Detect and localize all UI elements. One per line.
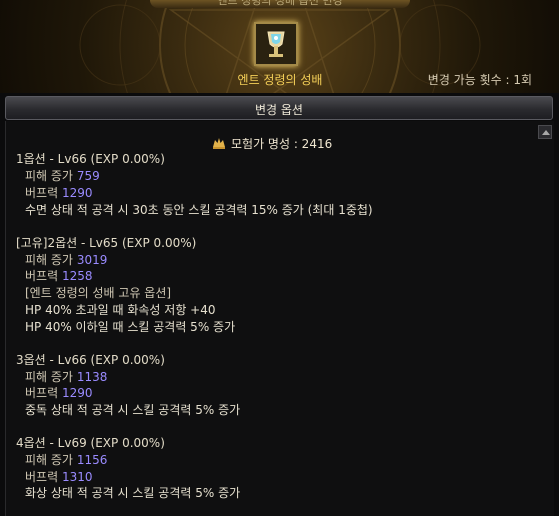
buff-label: 버프력 [25,470,59,484]
option-4-header: 4옵션 - Lv69 (EXP 0.00%) [16,436,165,450]
buff-label: 버프력 [25,386,59,400]
damage-label: 피해 증가 [25,453,73,467]
option-3-effect: 중독 상태 적 공격 시 스킬 공격력 5% 증가 [25,403,241,417]
option-2-effect-2: HP 40% 이하일 때 스킬 공격력 5% 증가 [25,320,236,334]
damage-label: 피해 증가 [25,253,73,267]
option-4-effect: 화상 상태 적 공격 시 스킬 공격력 5% 증가 [25,486,241,500]
window-title: 엔트 정령의 성배 옵션 변경 [217,0,343,7]
option-3-header: 3옵션 - Lv66 (EXP 0.00%) [16,353,165,367]
section-title: 변경 옵션 [255,103,303,117]
change-count-label: 변경 가능 횟수 : 1회 [427,73,532,87]
buff-value: 1290 [61,186,93,200]
fame-icon [213,138,225,149]
option-2-header: [고유]2옵션 - Lv65 (EXP 0.00%) [16,236,197,250]
fame-label: 모험가 명성 : 2416 [231,137,333,151]
option-4-buff: 버프력 1310 [25,468,93,485]
option-2-effect-1: HP 40% 초과일 때 화속성 저항 +40 [25,303,216,317]
item-name: 엔트 정령의 성배 [237,73,323,87]
damage-value: 1138 [76,370,108,384]
chalice-icon[interactable] [254,22,298,66]
buff-label: 버프력 [25,269,59,283]
damage-value: 759 [76,169,100,183]
option-1-damage: 피해 증가 759 [25,167,100,184]
buff-value: 1290 [61,386,93,400]
damage-value: 1156 [76,453,108,467]
section-header: 변경 옵션 [5,96,553,120]
item-header-panel: 엔트 정령의 성배 옵션 변경 엔트 정령의 성배 변경 가능 횟수 : 1회 [0,0,559,93]
buff-label: 버프력 [25,186,59,200]
scroll-up-button[interactable] [538,125,552,139]
option-3-damage: 피해 증가 1138 [25,368,107,385]
buff-value: 1258 [61,269,93,283]
option-1-effect: 수면 상태 적 공격 시 30초 동안 스킬 공격력 15% 증가 (최대 1중… [25,203,373,217]
option-1-header: 1옵션 - Lv66 (EXP 0.00%) [16,152,165,166]
option-4-damage: 피해 증가 1156 [25,451,107,468]
option-3-buff: 버프력 1290 [25,384,93,401]
damage-label: 피해 증가 [25,370,73,384]
buff-value: 1310 [61,470,93,484]
adventurer-fame: 모험가 명성 : 2416 [212,135,332,152]
option-1-buff: 버프력 1290 [25,184,93,201]
damage-value: 3019 [76,253,108,267]
option-2-unique-title: [엔트 정령의 성배 고유 옵션] [25,286,172,300]
option-2-damage: 피해 증가 3019 [25,251,107,268]
damage-label: 피해 증가 [25,169,73,183]
option-2-buff: 버프력 1258 [25,267,93,284]
